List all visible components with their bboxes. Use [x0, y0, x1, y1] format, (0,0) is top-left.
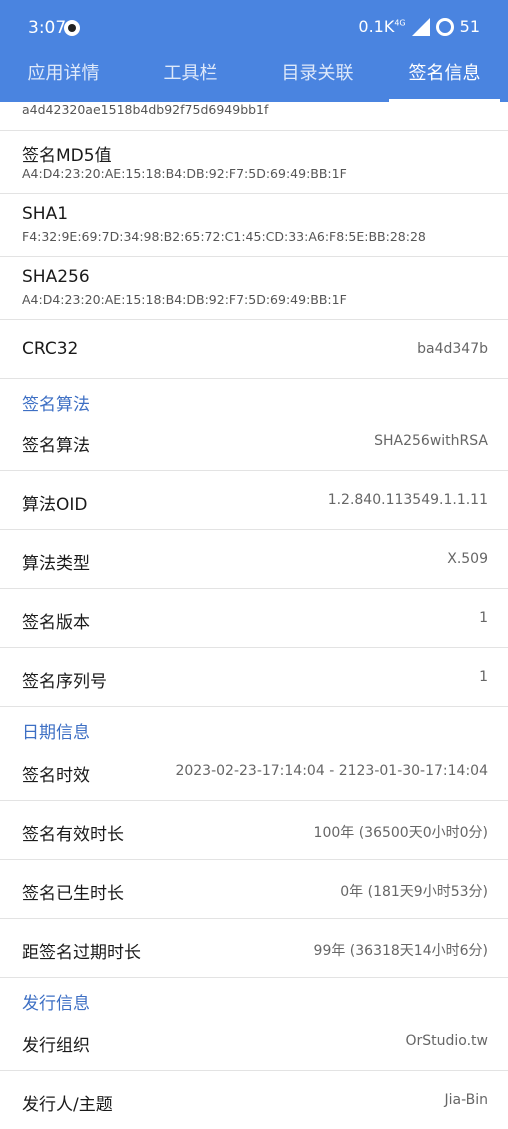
tab-toolbar[interactable]: 工具栏 — [127, 58, 254, 102]
status-indicators: 0.1K4G 51 — [358, 17, 480, 36]
row-value: SHA256withRSA — [374, 433, 488, 449]
row-value: 1 — [479, 610, 488, 626]
row-value: A4:D4:23:20:AE:15:18:B4:DB:92:F7:5D:69:4… — [22, 166, 347, 181]
signal-icon — [411, 17, 430, 36]
signature-info-list[interactable]: a4d42320ae1518b4db92f75d6949bb1f 签名MD5值 … — [0, 102, 508, 1129]
network-speed: 0.1K4G — [358, 17, 406, 36]
row-value: ba4d347b — [417, 341, 488, 357]
row-label: 签名序列号 — [22, 672, 107, 692]
list-item-valid-duration[interactable]: 签名有效时长 100年 (36500天0小时0分) — [0, 801, 508, 860]
tab-signature-info[interactable]: 签名信息 — [381, 58, 508, 102]
list-item-crc32[interactable]: CRC32 ba4d347b — [0, 320, 508, 379]
list-item-issuer-organization[interactable]: 发行组织 OrStudio.tw — [0, 1012, 508, 1071]
tab-bar: 应用详情 工具栏 目录关联 签名信息 — [0, 58, 508, 102]
list-item-validity-period[interactable]: 签名时效 2023-02-23-17:14:04 - 2123-01-30-17… — [0, 742, 508, 801]
row-value: 0年 (181天9小时53分) — [340, 884, 488, 900]
list-item-signature-version[interactable]: 签名版本 1 — [0, 589, 508, 648]
section-title-date: 日期信息 — [22, 723, 90, 743]
tab-app-details[interactable]: 应用详情 — [0, 58, 127, 102]
row-value: 1 — [479, 669, 488, 685]
list-item-algorithm-type[interactable]: 算法类型 X.509 — [0, 530, 508, 589]
list-item-sha256[interactable]: SHA256 A4:D4:23:20:AE:15:18:B4:DB:92:F7:… — [0, 257, 508, 320]
list-item-signature-algorithm[interactable]: 签名算法 SHA256withRSA — [0, 412, 508, 471]
row-label: 发行人/主题 — [22, 1095, 113, 1115]
row-label: 签名MD5值 — [22, 146, 112, 166]
row-label: 签名时效 — [22, 766, 90, 786]
battery-level: 51 — [459, 17, 480, 36]
row-value: X.509 — [447, 551, 488, 567]
list-item-partial[interactable]: a4d42320ae1518b4db92f75d6949bb1f — [0, 102, 508, 131]
list-item-sha1[interactable]: SHA1 F4:32:9E:69:7D:34:98:B2:65:72:C1:45… — [0, 194, 508, 257]
list-item-elapsed-duration[interactable]: 签名已生时长 0年 (181天9小时53分) — [0, 860, 508, 919]
row-value: 99年 (36318天14小时6分) — [313, 943, 488, 959]
section-title-issuer: 发行信息 — [22, 994, 90, 1014]
row-label: 签名有效时长 — [22, 825, 124, 845]
battery-icon — [435, 17, 454, 36]
row-label: SHA1 — [22, 204, 69, 224]
row-label: 算法类型 — [22, 554, 90, 574]
row-label: 签名版本 — [22, 613, 90, 633]
list-item-md5[interactable]: 签名MD5值 A4:D4:23:20:AE:15:18:B4:DB:92:F7:… — [0, 131, 508, 194]
row-label: 签名算法 — [22, 436, 90, 456]
list-item-algorithm-oid[interactable]: 算法OID 1.2.840.113549.1.1.11 — [0, 471, 508, 530]
tab-directory-association[interactable]: 目录关联 — [254, 58, 381, 102]
row-value: a4d42320ae1518b4db92f75d6949bb1f — [22, 102, 269, 117]
status-time: 3:07 — [28, 18, 67, 38]
row-label: 发行组织 — [22, 1036, 90, 1056]
row-label: 距签名过期时长 — [22, 943, 141, 963]
row-value: A4:D4:23:20:AE:15:18:B4:DB:92:F7:5D:69:4… — [22, 292, 347, 307]
row-value: OrStudio.tw — [405, 1033, 488, 1049]
list-item-issuer-subject[interactable]: 发行人/主题 Jia-Bin — [0, 1071, 508, 1129]
row-label: 签名已生时长 — [22, 884, 124, 904]
row-label: 算法OID — [22, 495, 88, 515]
row-label: CRC32 — [22, 339, 79, 359]
status-bar: 3:07 0.1K4G 51 — [0, 0, 508, 58]
row-value: 1.2.840.113549.1.1.11 — [327, 492, 488, 508]
row-value: F4:32:9E:69:7D:34:98:B2:65:72:C1:45:CD:3… — [22, 229, 426, 244]
list-item-time-to-expiry[interactable]: 距签名过期时长 99年 (36318天14小时6分) — [0, 919, 508, 978]
list-item-serial-number[interactable]: 签名序列号 1 — [0, 648, 508, 707]
row-value: Jia-Bin — [444, 1092, 488, 1108]
qq-notification-icon — [64, 20, 80, 36]
row-label: SHA256 — [22, 267, 90, 287]
row-value: 100年 (36500天0小时0分) — [313, 825, 488, 841]
app-header: 3:07 0.1K4G 51 应用详情 工具栏 目录关联 签名信息 — [0, 0, 508, 102]
row-value: 2023-02-23-17:14:04 - 2123-01-30-17:14:0… — [175, 763, 488, 779]
